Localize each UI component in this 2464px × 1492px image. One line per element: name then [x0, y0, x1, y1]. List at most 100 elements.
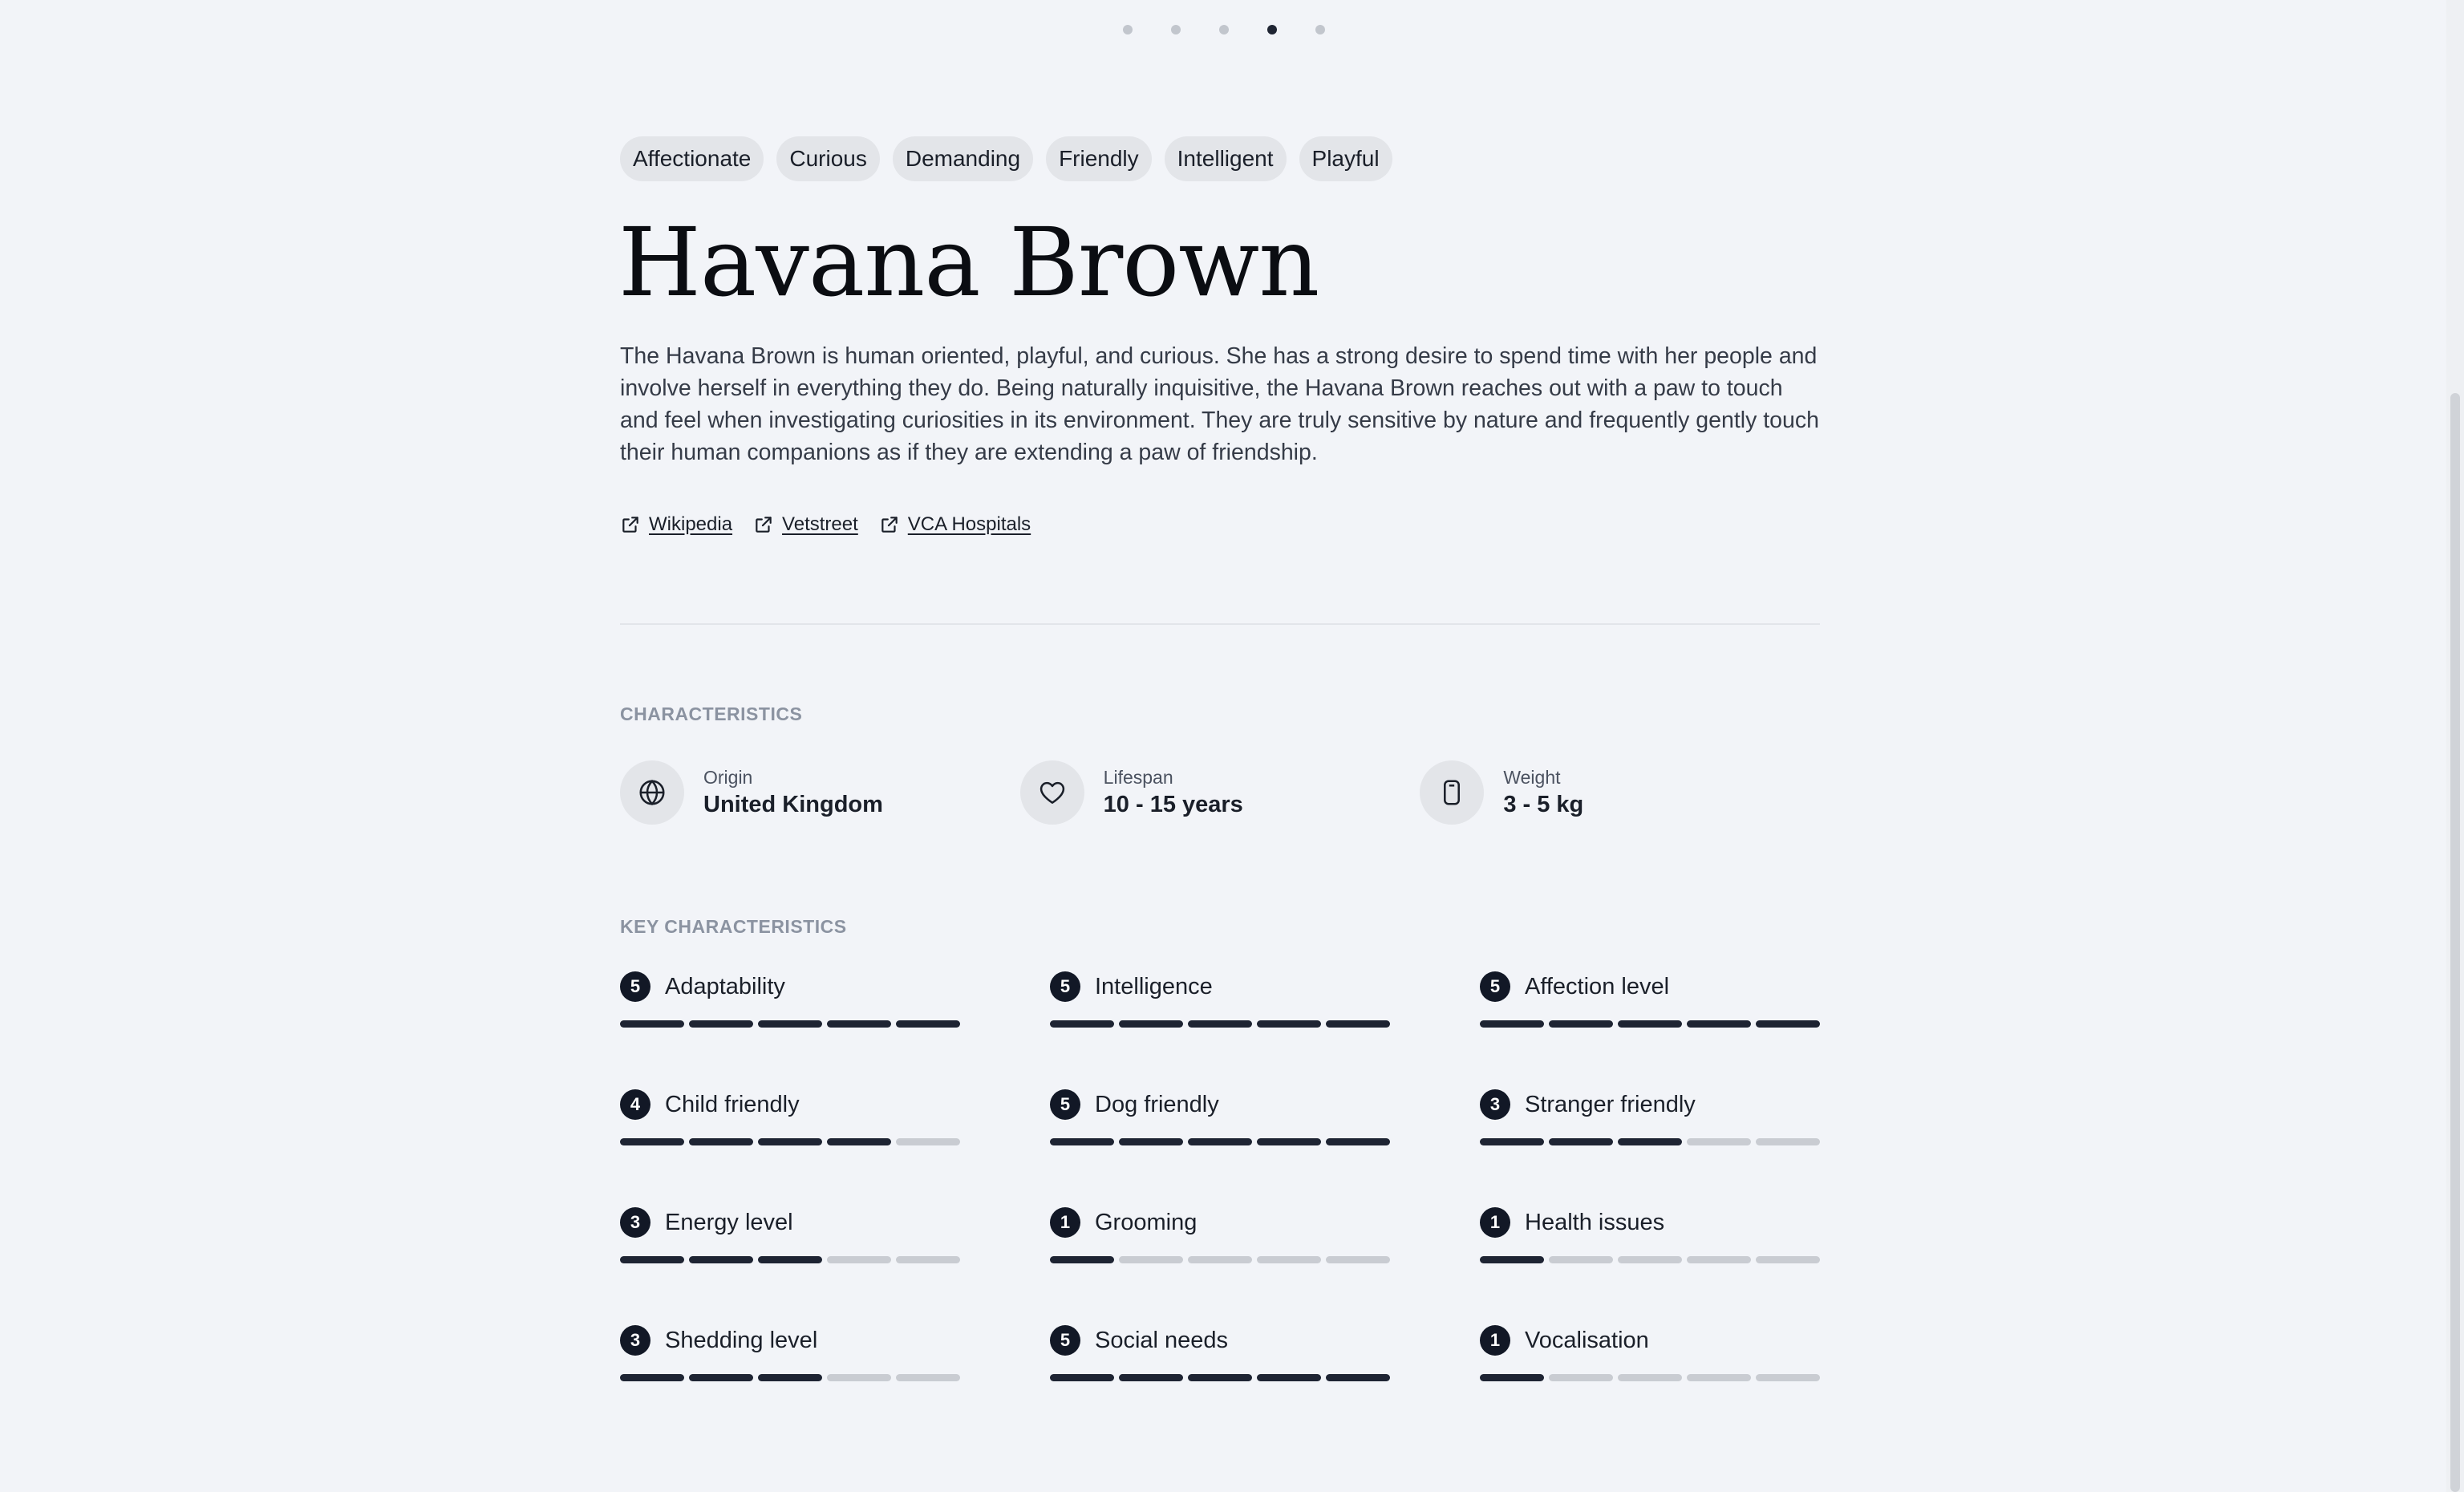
- temperament-tag: Playful: [1299, 136, 1392, 181]
- score-badge: 5: [1050, 1325, 1080, 1356]
- key-characteristics-heading: KEY CHARACTERISTICS: [620, 916, 847, 937]
- rating-segment-filled: [1119, 1020, 1183, 1028]
- reference-links: Wikipedia Vetstreet VCA Hospitals: [620, 513, 1031, 536]
- rating-bar: [620, 1138, 960, 1145]
- rating-segment-filled: [620, 1374, 684, 1381]
- score-badge: 4: [620, 1089, 650, 1120]
- carousel-dot[interactable]: [1315, 25, 1325, 34]
- rating-segment-filled: [1756, 1020, 1820, 1028]
- rating-bar: [1480, 1020, 1820, 1028]
- rating-item: 5 Social needs: [1050, 1323, 1390, 1381]
- rating-name: Social needs: [1095, 1327, 1229, 1353]
- fact-origin: Origin United Kingdom: [620, 760, 1020, 825]
- rating-segment-filled: [1257, 1374, 1321, 1381]
- rating-name: Energy level: [665, 1209, 793, 1235]
- rating-name: Intelligence: [1095, 973, 1213, 999]
- score-badge: 3: [620, 1207, 650, 1238]
- rating-segment-filled: [896, 1020, 960, 1028]
- fact-value: United Kingdom: [703, 792, 883, 817]
- rating-segment-empty: [1687, 1256, 1751, 1263]
- rating-segment-filled: [1257, 1138, 1321, 1145]
- key-characteristics-grid: 5 Adaptability 5 Intelligence 5 Affectio…: [620, 969, 1820, 1381]
- rating-segment-empty: [1687, 1374, 1751, 1381]
- scrollbar-thumb[interactable]: [2450, 393, 2460, 1492]
- rating-item: 5 Dog friendly: [1050, 1087, 1390, 1145]
- fact-label: Origin: [703, 767, 753, 788]
- rating-segment-empty: [1549, 1256, 1613, 1263]
- rating-segment-filled: [1326, 1374, 1390, 1381]
- fact-value: 3 - 5 kg: [1503, 792, 1584, 817]
- link-label: VCA Hospitals: [907, 513, 1031, 535]
- rating-name: Adaptability: [665, 973, 785, 999]
- rating-segment-empty: [1756, 1256, 1820, 1263]
- vetstreet-link[interactable]: Vetstreet: [753, 513, 858, 536]
- characteristics-facts: Origin United Kingdom Lifespan 10 - 15 y…: [620, 760, 1820, 825]
- rating-segment-filled: [1549, 1138, 1613, 1145]
- rating-name: Child friendly: [665, 1091, 800, 1117]
- rating-bar: [620, 1374, 960, 1381]
- globe-icon: [620, 760, 684, 825]
- rating-segment-filled: [758, 1020, 822, 1028]
- carousel-dot[interactable]: [1123, 25, 1133, 34]
- rating-segment-filled: [620, 1020, 684, 1028]
- rating-segment-filled: [1618, 1020, 1682, 1028]
- rating-segment-empty: [827, 1374, 891, 1381]
- rating-segment-filled: [1257, 1020, 1321, 1028]
- rating-item: 3 Energy level: [620, 1205, 960, 1263]
- temperament-tag: Affectionate: [620, 136, 764, 181]
- rating-bar: [1480, 1256, 1820, 1263]
- rating-item: 5 Affection level: [1480, 969, 1820, 1028]
- score-badge: 1: [1480, 1325, 1510, 1356]
- rating-bar: [1050, 1020, 1390, 1028]
- rating-segment-filled: [1119, 1138, 1183, 1145]
- rating-item: 5 Adaptability: [620, 969, 960, 1028]
- carousel-dot[interactable]: [1171, 25, 1181, 34]
- rating-segment-filled: [1050, 1020, 1114, 1028]
- rating-segment-empty: [1549, 1374, 1613, 1381]
- rating-segment-filled: [1480, 1020, 1544, 1028]
- rating-item: 4 Child friendly: [620, 1087, 960, 1145]
- rating-bar: [1480, 1138, 1820, 1145]
- rating-segment-filled: [689, 1020, 753, 1028]
- rating-segment-empty: [827, 1256, 891, 1263]
- carousel-dots: [1123, 25, 1325, 34]
- temperament-tag: Demanding: [892, 136, 1034, 181]
- temperament-tag: Friendly: [1046, 136, 1152, 181]
- carousel-dot-active[interactable]: [1267, 25, 1277, 34]
- rating-segment-empty: [1618, 1374, 1682, 1381]
- rating-segment-filled: [1119, 1374, 1183, 1381]
- rating-segment-filled: [1549, 1020, 1613, 1028]
- rating-bar: [1050, 1256, 1390, 1263]
- rating-segment-empty: [1257, 1256, 1321, 1263]
- rating-name: Shedding level: [665, 1327, 818, 1353]
- carousel-dot[interactable]: [1219, 25, 1229, 34]
- wikipedia-link[interactable]: Wikipedia: [620, 513, 732, 536]
- rating-segment-filled: [1188, 1374, 1252, 1381]
- page-title: Havana Brown: [618, 207, 1319, 318]
- rating-segment-empty: [1756, 1374, 1820, 1381]
- score-badge: 3: [1480, 1089, 1510, 1120]
- rating-segment-filled: [689, 1256, 753, 1263]
- vca-hospitals-link[interactable]: VCA Hospitals: [879, 513, 1031, 536]
- rating-segment-filled: [758, 1374, 822, 1381]
- rating-segment-filled: [758, 1138, 822, 1145]
- rating-segment-filled: [1050, 1374, 1114, 1381]
- rating-name: Dog friendly: [1095, 1091, 1219, 1117]
- fact-lifespan: Lifespan 10 - 15 years: [1019, 760, 1420, 825]
- rating-item: 3 Shedding level: [620, 1323, 960, 1381]
- rating-bar: [620, 1020, 960, 1028]
- rating-segment-filled: [827, 1138, 891, 1145]
- rating-segment-filled: [1050, 1138, 1114, 1145]
- rating-segment-empty: [896, 1374, 960, 1381]
- scale-icon: [1420, 760, 1485, 825]
- characteristics-heading: CHARACTERISTICS: [620, 703, 803, 724]
- rating-segment-filled: [1618, 1138, 1682, 1145]
- rating-segment-filled: [689, 1374, 753, 1381]
- page-scrollbar[interactable]: [2446, 0, 2464, 1492]
- fact-label: Lifespan: [1103, 767, 1173, 788]
- score-badge: 1: [1050, 1207, 1080, 1238]
- rating-segment-filled: [689, 1138, 753, 1145]
- rating-item: 1 Health issues: [1480, 1205, 1820, 1263]
- score-badge: 5: [1480, 971, 1510, 1002]
- rating-segment-filled: [1188, 1020, 1252, 1028]
